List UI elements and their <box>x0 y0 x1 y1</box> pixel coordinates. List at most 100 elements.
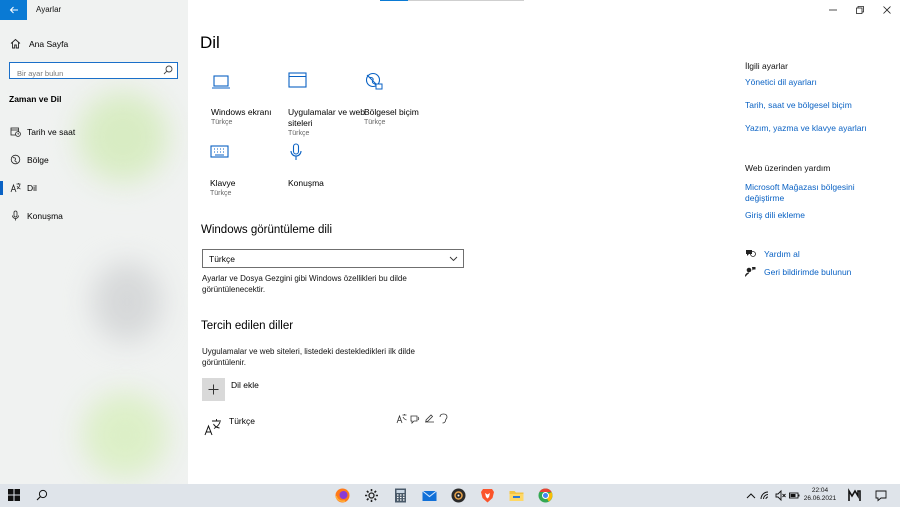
tile-speech[interactable]: Konuşma <box>288 143 368 189</box>
tile-name: Konuşma <box>288 178 324 188</box>
sidebar-item-label: Bölge <box>27 155 49 165</box>
background-blur <box>92 262 162 342</box>
battery-icon[interactable] <box>789 488 800 503</box>
microphone-icon <box>12 210 19 221</box>
calculator-icon[interactable] <box>392 487 409 504</box>
admin-language-settings-link[interactable]: Yönetici dil ayarları <box>745 77 875 88</box>
wifi-icon[interactable] <box>760 488 772 503</box>
language-name: Türkçe <box>229 416 255 426</box>
sidebar-item-label: Dil <box>27 183 37 193</box>
search-icon[interactable] <box>36 489 48 501</box>
app-tray-logo-icon[interactable] <box>848 488 862 503</box>
tile-name: Klavye <box>210 178 236 188</box>
media-player-icon[interactable] <box>450 487 467 504</box>
tile-subtitle: Türkçe <box>210 190 232 197</box>
app-title: Ayarlar <box>36 5 62 14</box>
language-icon <box>10 183 21 193</box>
sidebar-item-language[interactable]: Dil <box>0 178 188 198</box>
system-clock[interactable]: 22:04 26.06.2021 <box>800 487 840 503</box>
chevron-down-icon <box>449 256 458 262</box>
get-help-link[interactable]: Yardım al <box>745 248 800 259</box>
close-button[interactable] <box>873 0 900 20</box>
clock-date: 26.06.2021 <box>803 495 837 502</box>
firefox-icon[interactable] <box>334 487 351 504</box>
windows-start-icon[interactable] <box>8 489 20 501</box>
preferred-languages-description: Uygulamalar ve web siteleri, listedeki d… <box>202 347 415 367</box>
select-value: Türkçe <box>209 254 235 264</box>
speech-recognition-feature-icon <box>439 413 448 424</box>
get-help-label: Yardım al <box>764 248 800 259</box>
page-title: Dil <box>200 33 220 52</box>
give-feedback-label: Geri bildirimde bulunun <box>764 266 852 277</box>
close-icon <box>882 6 891 14</box>
tile-name: Bölgesel biçim <box>364 107 419 117</box>
display-language-description: Ayarlar ve Dosya Gezgini gibi Windows öz… <box>202 274 407 294</box>
active-indicator <box>0 181 3 195</box>
search-box[interactable] <box>9 62 178 81</box>
regional-format-icon <box>365 72 383 90</box>
calendar-clock-icon <box>10 127 21 137</box>
main-pane: Dil Windows ekranı Türkçe Uygulamalar ve… <box>188 0 900 484</box>
restore-icon <box>855 6 864 14</box>
display-language-feature-icon <box>396 414 407 424</box>
sidebar-item-region[interactable]: Bölge <box>0 150 188 170</box>
spelling-typing-keyboard-link[interactable]: Yazım, yazma ve klavye ayarları <box>745 123 895 134</box>
chrome-icon[interactable] <box>537 487 554 504</box>
store-region-link[interactable]: Microsoft Mağazası bölgesini değiştirme <box>745 182 870 204</box>
add-language-button[interactable] <box>202 378 225 401</box>
tile-keyboard[interactable]: Klavye Türkçe <box>210 143 290 197</box>
tile-windows-display[interactable]: Windows ekranı Türkçe <box>211 72 291 126</box>
restore-button[interactable] <box>846 0 873 20</box>
globe-icon <box>10 154 21 165</box>
date-time-regional-link[interactable]: Tarih, saat ve bölgesel biçim <box>745 100 895 111</box>
app-window-icon <box>288 72 307 88</box>
related-settings-heading: İlgili ayarlar <box>745 61 788 71</box>
keyboard-icon <box>210 145 229 158</box>
brave-browser-icon[interactable] <box>479 487 496 504</box>
plus-icon <box>208 384 219 395</box>
tile-name: Windows ekranı <box>211 107 272 117</box>
add-language-label[interactable]: Dil ekle <box>231 380 259 390</box>
sidebar-item-date-time[interactable]: Tarih ve saat <box>0 122 188 142</box>
sidebar-group-title: Zaman ve Dil <box>9 94 62 104</box>
give-feedback-link[interactable]: Geri bildirimde bulunun <box>745 266 851 277</box>
window-controls <box>819 0 900 20</box>
tile-apps-websites[interactable]: Uygulamalar ve web siteleri Türkçe <box>288 72 368 137</box>
tile-name: Uygulamalar ve web siteleri <box>288 107 366 128</box>
handwriting-feature-icon <box>425 414 434 423</box>
background-blur <box>82 392 168 478</box>
sidebar-item-label: Tarih ve saat <box>27 127 76 137</box>
language-list-item[interactable]: Türkçe <box>202 412 462 438</box>
laptop-icon <box>212 75 230 89</box>
preferred-languages-heading: Tercih edilen diller <box>201 320 294 332</box>
text-to-speech-feature-icon <box>410 415 420 424</box>
back-button[interactable] <box>0 0 27 20</box>
clock-time: 22:04 <box>811 487 829 494</box>
volume-muted-icon[interactable] <box>775 488 786 503</box>
sidebar-item-speech[interactable]: Konuşma <box>0 206 188 226</box>
web-help-heading: Web üzerinden yardım <box>745 163 831 173</box>
microphone-icon <box>290 143 302 160</box>
tile-subtitle: Türkçe <box>211 119 233 126</box>
mail-icon[interactable] <box>421 487 438 504</box>
file-explorer-icon[interactable] <box>508 487 525 504</box>
tile-subtitle: Türkçe <box>364 119 386 126</box>
minimize-button[interactable] <box>819 0 846 20</box>
tile-subtitle: Türkçe <box>288 130 310 137</box>
display-language-select[interactable]: Türkçe <box>202 249 464 268</box>
add-input-language-link[interactable]: Giriş dili ekleme <box>745 210 875 221</box>
feedback-person-icon <box>745 267 756 277</box>
tile-regional-format[interactable]: Bölgesel biçim Türkçe <box>364 72 444 126</box>
search-input[interactable] <box>10 66 160 81</box>
notification-center-icon[interactable] <box>875 488 887 503</box>
settings-gear-icon[interactable] <box>363 487 380 504</box>
display-language-heading: Windows görüntüleme dili <box>201 224 333 236</box>
taskbar: 22:04 26.06.2021 <box>0 484 900 507</box>
search-icon[interactable] <box>163 65 173 75</box>
minimize-icon <box>828 9 837 11</box>
sidebar-item-label: Konuşma <box>27 211 63 221</box>
scroll-indicator <box>380 0 524 1</box>
help-chat-icon <box>746 250 756 257</box>
sidebar-item-home[interactable]: Ana Sayfa <box>10 38 68 49</box>
chevron-up-icon[interactable] <box>746 488 756 503</box>
